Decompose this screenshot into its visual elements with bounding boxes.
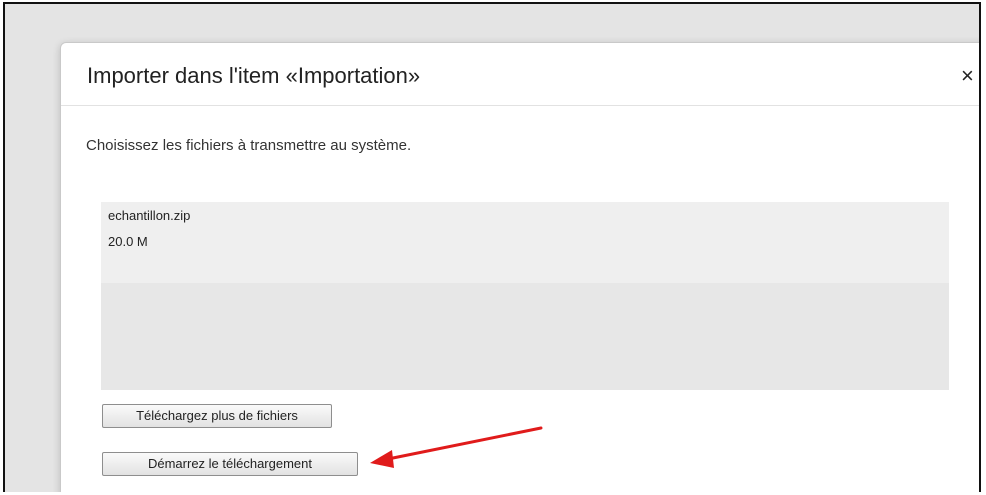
file-item: echantillon.zip 20.0 M: [101, 202, 949, 283]
import-dialog: Importer dans l'item «Importation» × Cho…: [60, 42, 979, 492]
instructions-text: Choisissez les fichiers à transmettre au…: [86, 137, 412, 154]
start-upload-button[interactable]: Démarrez le téléchargement: [102, 452, 358, 476]
dialog-title: Importer dans l'item «Importation»: [87, 63, 421, 88]
browser-viewport: Importer dans l'item «Importation» × Cho…: [3, 2, 981, 492]
file-name: echantillon.zip: [108, 208, 191, 223]
add-more-files-button[interactable]: Téléchargez plus de fichiers: [102, 404, 332, 428]
file-list: echantillon.zip 20.0 M: [101, 202, 949, 390]
file-size: 20.0 M: [108, 234, 148, 249]
dialog-header: Importer dans l'item «Importation» ×: [61, 43, 979, 106]
close-icon[interactable]: ×: [961, 65, 974, 87]
